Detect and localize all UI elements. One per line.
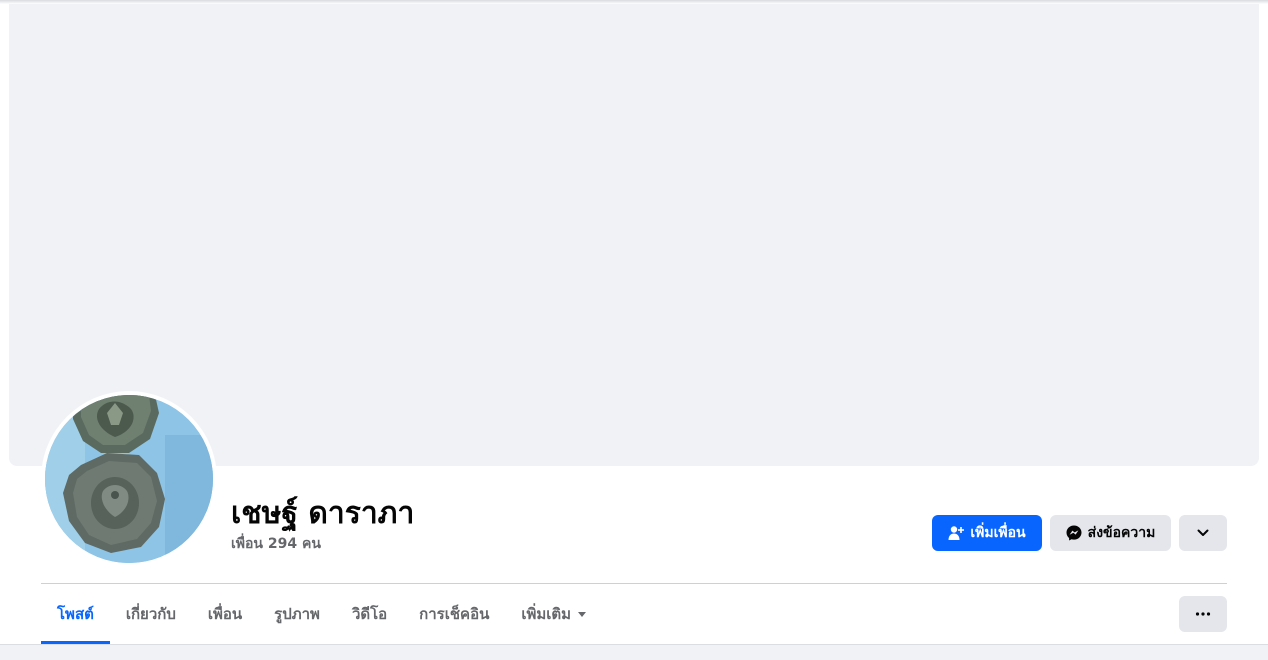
tab-posts[interactable]: โพสต์ — [41, 584, 110, 644]
message-label: ส่งข้อความ — [1087, 525, 1156, 541]
profile-page: เชษฐ์ ดาราภา เพื่อน 294 คน เพิ่มเพื่อน ส… — [0, 0, 1268, 660]
add-friend-label: เพิ่มเพื่อน — [970, 525, 1026, 541]
tab-checkins[interactable]: การเช็คอิน — [403, 584, 505, 644]
profile-name: เชษฐ์ ดาราภา — [231, 496, 415, 531]
tab-label: เพื่อน — [207, 605, 243, 623]
message-button[interactable]: ส่งข้อความ — [1050, 515, 1171, 551]
add-friend-button[interactable]: เพิ่มเพื่อน — [932, 515, 1042, 551]
add-friend-icon — [948, 525, 965, 541]
more-options-button[interactable] — [1179, 596, 1227, 632]
profile-picture-image — [45, 395, 213, 563]
tab-label: การเช็คอิน — [419, 605, 490, 623]
tab-label: รูปภาพ — [274, 605, 320, 623]
chevron-down-icon — [1196, 526, 1210, 540]
tab-label: เพิ่มเติม — [521, 605, 572, 623]
profile-tabs: โพสต์ เกี่ยวกับ เพื่อน รูปภาพ วิดีโอ การ… — [41, 584, 603, 644]
friends-count[interactable]: เพื่อน 294 คน — [231, 533, 321, 555]
cover-photo[interactable] — [9, 4, 1259, 466]
tab-more[interactable]: เพิ่มเติม — [505, 584, 603, 644]
more-dots-icon — [1195, 612, 1211, 616]
profile-more-button[interactable] — [1179, 515, 1227, 551]
tab-photos[interactable]: รูปภาพ — [258, 584, 336, 644]
content-area-edge — [0, 644, 1268, 660]
caret-down-icon — [577, 609, 587, 619]
tab-label: เกี่ยวกับ — [125, 605, 176, 623]
tab-label: โพสต์ — [57, 605, 94, 623]
tab-label: วิดีโอ — [351, 605, 388, 623]
messenger-icon — [1066, 525, 1082, 541]
tab-about[interactable]: เกี่ยวกับ — [110, 584, 192, 644]
tab-videos[interactable]: วิดีโอ — [336, 584, 403, 644]
tab-friends[interactable]: เพื่อน — [192, 584, 258, 644]
profile-picture[interactable] — [41, 391, 217, 567]
